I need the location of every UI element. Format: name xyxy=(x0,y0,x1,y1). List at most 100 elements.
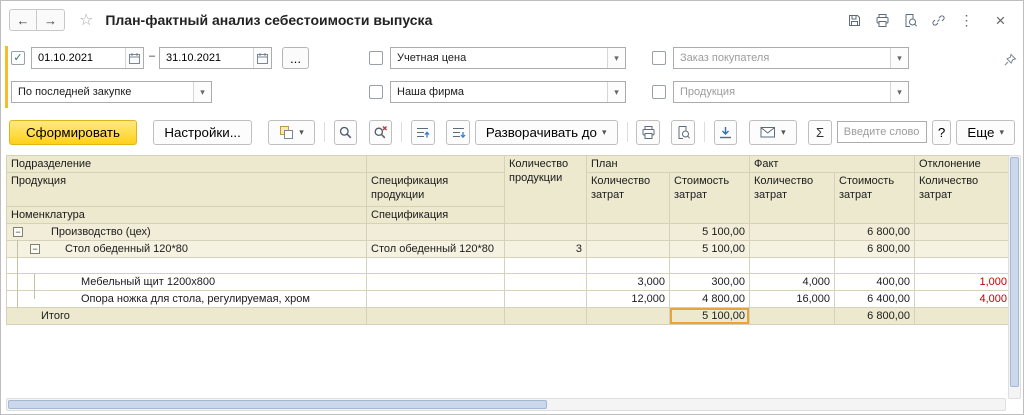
cell-plan-cost[interactable]: 300,00 xyxy=(669,273,750,291)
cell-deviation-qty[interactable] xyxy=(914,307,1012,325)
expand-groups-button[interactable] xyxy=(446,119,470,145)
cell-name[interactable]: − Стол обеденный 120*80 xyxy=(6,240,367,258)
cancel-search-button[interactable] xyxy=(368,119,393,145)
costing-method-combo[interactable]: По последней закупке ▾ xyxy=(11,81,212,103)
price-type-combo[interactable]: Учетная цена ▾ xyxy=(390,47,626,69)
save-button[interactable] xyxy=(842,9,867,32)
cell-fact-qty[interactable] xyxy=(749,223,835,241)
cell-fact-cost[interactable]: 6 400,00 xyxy=(834,290,915,308)
price-type-checkbox[interactable] xyxy=(369,51,383,65)
cell-plan-qty[interactable]: 3,000 xyxy=(586,273,670,291)
cell-product-qty[interactable] xyxy=(504,307,587,325)
cell-fact-cost[interactable]: 6 800,00 xyxy=(834,240,915,258)
back-button[interactable]: ← xyxy=(9,9,37,31)
cell-product-qty[interactable] xyxy=(504,223,587,241)
link-button[interactable] xyxy=(926,9,951,32)
more-button[interactable]: Еще ▾ xyxy=(956,119,1015,145)
print-button[interactable] xyxy=(636,119,660,145)
pin-button[interactable] xyxy=(999,49,1021,71)
cell-name[interactable]: − Производство (цех) xyxy=(6,223,367,241)
cell-plan-qty[interactable] xyxy=(586,223,670,241)
favorite-star-icon[interactable]: ☆ xyxy=(79,10,93,30)
cell-plan-cost[interactable]: 5 100,00 xyxy=(669,223,750,241)
cell-fact-qty[interactable] xyxy=(749,257,835,274)
cell-deviation-qty[interactable]: 4,000 xyxy=(914,290,1012,308)
cell-spec[interactable] xyxy=(366,290,505,308)
cell-deviation-qty[interactable] xyxy=(914,223,1012,241)
more-menu-button[interactable]: ⋮ xyxy=(954,9,979,32)
collapse-groups-button[interactable] xyxy=(411,119,435,145)
dropdown-button[interactable]: ▾ xyxy=(890,48,908,68)
cell-fact-cost[interactable]: 400,00 xyxy=(834,273,915,291)
cell-deviation-qty[interactable] xyxy=(914,257,1012,274)
help-button[interactable]: ? xyxy=(931,119,952,145)
period-to-input[interactable] xyxy=(160,48,253,68)
cell-name[interactable] xyxy=(6,257,367,274)
dropdown-button[interactable]: ▾ xyxy=(193,82,211,102)
cell-fact-cost[interactable]: 6 800,00 xyxy=(834,223,915,241)
generate-button[interactable]: Сформировать xyxy=(9,119,137,145)
print-button-header[interactable] xyxy=(870,9,895,32)
sum-button[interactable]: Σ xyxy=(808,119,832,145)
cell-fact-qty[interactable]: 4,000 xyxy=(749,273,835,291)
cell-plan-cost[interactable]: 4 800,00 xyxy=(669,290,750,308)
period-checkbox[interactable]: ✓ xyxy=(11,51,25,65)
period-options-button[interactable]: ... xyxy=(282,47,309,69)
close-button[interactable]: × xyxy=(988,9,1013,32)
collapse-expander-icon[interactable]: − xyxy=(13,227,23,237)
cell-fact-cost[interactable] xyxy=(834,257,915,274)
cell-spec[interactable] xyxy=(366,223,505,241)
cell-spec[interactable] xyxy=(366,257,505,274)
horizontal-scroll-thumb[interactable] xyxy=(8,400,547,409)
cell-product-qty[interactable] xyxy=(504,273,587,291)
cell-spec[interactable]: Стол обеденный 120*80 xyxy=(366,240,505,258)
export-button[interactable] xyxy=(713,119,738,145)
company-checkbox[interactable] xyxy=(369,85,383,99)
product-combo[interactable]: Продукция ▾ xyxy=(673,81,909,103)
cell-plan-qty[interactable] xyxy=(586,240,670,258)
cell-spec[interactable] xyxy=(366,307,505,325)
cell-product-qty[interactable] xyxy=(504,257,587,274)
cell-spec[interactable] xyxy=(366,273,505,291)
company-combo[interactable]: Наша фирма ▾ xyxy=(390,81,626,103)
cell-product-qty[interactable] xyxy=(504,290,587,308)
cell-plan-cost[interactable] xyxy=(669,257,750,274)
cell-deviation-qty[interactable]: 1,000 xyxy=(914,273,1012,291)
vertical-scroll-thumb[interactable] xyxy=(1010,157,1019,387)
collapse-expander-icon[interactable]: − xyxy=(30,244,40,254)
calendar-button[interactable] xyxy=(253,48,271,68)
calendar-button[interactable] xyxy=(125,48,143,68)
cell-fact-qty[interactable] xyxy=(749,307,835,325)
cell-product-qty[interactable]: 3 xyxy=(504,240,587,258)
cell-plan-cost-selected[interactable]: 5 100,00 xyxy=(669,307,750,325)
product-checkbox[interactable] xyxy=(652,85,666,99)
cell-name[interactable]: Опора ножка для стола, регулируемая, хро… xyxy=(6,290,367,308)
cell-deviation-qty[interactable] xyxy=(914,240,1012,258)
cell-fact-cost[interactable]: 6 800,00 xyxy=(834,307,915,325)
cell-fact-qty[interactable]: 16,000 xyxy=(749,290,835,308)
cell-plan-qty[interactable] xyxy=(586,307,670,325)
dropdown-button[interactable]: ▾ xyxy=(890,82,908,102)
report-variants-button[interactable]: ▾ xyxy=(268,119,315,145)
preview-button-header[interactable] xyxy=(898,9,923,32)
cell-fact-qty[interactable] xyxy=(749,240,835,258)
dropdown-button[interactable]: ▾ xyxy=(607,48,625,68)
period-from-input[interactable] xyxy=(32,48,125,68)
settings-button[interactable]: Настройки... xyxy=(153,119,252,145)
dropdown-button[interactable]: ▾ xyxy=(607,82,625,102)
find-button[interactable] xyxy=(333,119,358,145)
cell-name[interactable]: Итого xyxy=(6,307,367,325)
horizontal-scrollbar[interactable] xyxy=(6,398,1006,411)
preview-button[interactable] xyxy=(671,119,696,145)
customer-order-checkbox[interactable] xyxy=(652,51,666,65)
expand-to-button[interactable]: Разворачивать до ▾ xyxy=(474,119,618,145)
cell-plan-qty[interactable]: 12,000 xyxy=(586,290,670,308)
cell-plan-cost[interactable]: 5 100,00 xyxy=(669,240,750,258)
customer-order-combo[interactable]: Заказ покупателя ▾ xyxy=(673,47,909,69)
cell-name[interactable]: Мебельный щит 1200x800 xyxy=(6,273,367,291)
cell-plan-qty[interactable] xyxy=(586,257,670,274)
quick-search-input[interactable] xyxy=(837,122,926,142)
send-email-button[interactable]: ▾ xyxy=(749,119,797,145)
vertical-scrollbar[interactable] xyxy=(1008,155,1021,399)
forward-button[interactable]: → xyxy=(37,9,65,31)
